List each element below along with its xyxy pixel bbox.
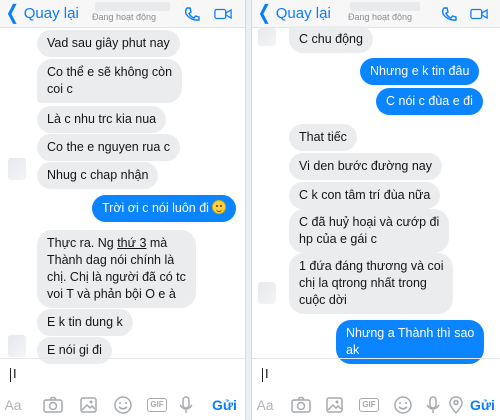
text-size-icon[interactable]: Aa (254, 395, 276, 415)
incoming-message: Vad sau giây phut nay (37, 30, 180, 57)
camera-icon[interactable] (42, 395, 64, 415)
location-icon[interactable] (445, 395, 467, 415)
emoji-icon[interactable] (112, 395, 134, 415)
incoming-message: Co thể e sẽ không còn coi c (37, 59, 183, 103)
message-line: Nhưng a Thành thì sao (346, 326, 475, 340)
avatar (8, 335, 26, 357)
chevron-left-icon: ❮ (5, 2, 20, 24)
incoming-message: Là c nhu trc kia nua (37, 106, 167, 133)
gif-label: GIF (147, 398, 167, 412)
message-line: C đã huỷ hoại và cướp đi (299, 215, 440, 229)
incoming-message: C k con tâm trí đùa nữa (289, 182, 441, 209)
back-label: Quay lại (23, 4, 79, 22)
incoming-message: C đã huỷ hoại và cướp đi hp của e gái c (289, 209, 450, 253)
message-line: 1 đứa đáng thương và coi (299, 259, 444, 273)
incoming-message: 1 đứa đáng thương và coi chị la qtrong n… (289, 253, 454, 314)
send-button[interactable]: Gửi (212, 397, 237, 413)
message-line: hp của e gái c (299, 232, 377, 246)
camera-icon[interactable] (290, 395, 312, 415)
incoming-message: Nhug c chap nhận (37, 162, 159, 189)
back-button[interactable]: ❮ Quay lại (256, 2, 331, 24)
message-text: Thực ra. Ng (47, 236, 118, 250)
contact-name-blurred (95, 2, 170, 11)
message-text-underlined: thứ 3 (117, 236, 147, 250)
outgoing-message: C nói c đùa e đi (376, 88, 483, 115)
phone-icon[interactable] (183, 6, 201, 22)
outgoing-message: Nhưng e k tin đâu (360, 58, 480, 85)
image-icon[interactable] (78, 395, 100, 415)
message-text: Trời ơi c nói luôn đi (102, 201, 209, 215)
back-button[interactable]: ❮ Quay lại (4, 2, 79, 24)
outgoing-message: Trời ơi c nói luôn đi (92, 195, 236, 222)
chat-panel-right: ❮ Quay lại Đang hoạt động C chu động Như… (252, 0, 500, 420)
message-input[interactable]: I (0, 358, 245, 390)
message-text: mà (146, 236, 168, 250)
image-icon[interactable] (324, 395, 346, 415)
back-label: Quay lại (275, 4, 331, 22)
composer-toolbar: Aa GIF Gửi (0, 390, 245, 420)
chevron-left-icon: ❮ (257, 2, 272, 24)
avatar (8, 158, 26, 180)
video-call-icon[interactable] (470, 6, 488, 22)
gif-icon[interactable]: GIF (146, 395, 168, 415)
message-line: Thành dag nói chính là (47, 253, 175, 267)
message-line: chị la qtrong nhất trong (299, 276, 427, 290)
active-status: Đang hoạt động (348, 12, 413, 22)
message-line: cuộc dời (299, 293, 347, 307)
panel-divider (245, 0, 252, 420)
incoming-message: That tiếc (289, 124, 357, 151)
message-line: Thực ra. Ng thứ 3 mà (47, 235, 186, 252)
smiley-emoji-icon (211, 200, 226, 214)
active-status: Đang hoạt động (92, 12, 157, 22)
avatar (258, 28, 276, 46)
chat-panel-left: ❮ Quay lại Đang hoạt động Vad sau giây p… (0, 0, 245, 420)
message-input[interactable]: I (252, 358, 500, 390)
avatar (258, 282, 276, 304)
message-line: chị. Chị là người đã có tc (47, 270, 186, 284)
gif-icon[interactable]: GIF (358, 395, 380, 415)
input-text: I (265, 366, 269, 381)
chat-header: ❮ Quay lại Đang hoạt động (252, 0, 500, 28)
microphone-icon[interactable] (175, 395, 197, 415)
contact-name-blurred (350, 2, 420, 11)
gif-label: GIF (359, 398, 379, 412)
message-line: voi T và phản bội O e à (47, 287, 176, 301)
video-call-icon[interactable] (214, 6, 232, 22)
message-line: Co thể e sẽ không còn (47, 65, 173, 79)
incoming-message: Co the e nguyen rua c (37, 134, 180, 161)
composer-toolbar: Aa GIF Gửi (252, 390, 500, 420)
text-size-icon[interactable]: Aa (2, 395, 24, 415)
incoming-message: Thực ra. Ng thứ 3 mà Thành dag nói chính… (37, 230, 196, 308)
message-line: ak (346, 343, 360, 357)
send-button[interactable]: Gửi (470, 397, 495, 413)
phone-icon[interactable] (440, 6, 458, 22)
message-line: coi c (47, 82, 73, 96)
incoming-message: E k tin dung k (37, 309, 133, 336)
input-text: I (13, 366, 17, 381)
text-cursor (262, 368, 263, 382)
emoji-icon[interactable] (392, 395, 414, 415)
microphone-icon[interactable] (422, 395, 444, 415)
chat-header: ❮ Quay lại Đang hoạt động (0, 0, 245, 28)
incoming-message: Vi den bước đường nay (289, 153, 442, 180)
incoming-message: C chu động (289, 26, 373, 53)
text-cursor (10, 368, 11, 382)
